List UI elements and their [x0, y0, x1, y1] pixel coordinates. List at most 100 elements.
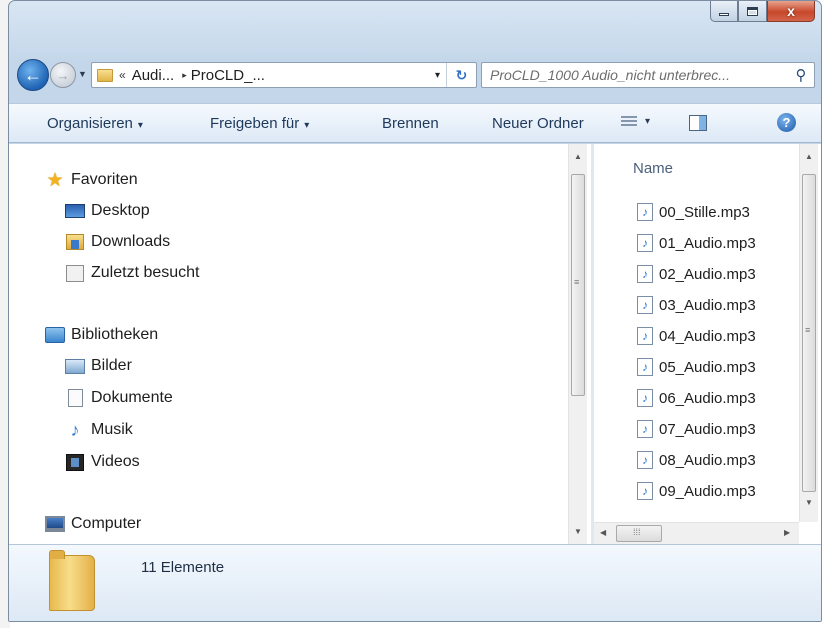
list-item[interactable]: ♪ 04_Audio.mp3: [637, 327, 756, 345]
scroll-up-icon[interactable]: ▲: [574, 152, 582, 161]
navigation-scrollbar[interactable]: ▲ ≡ ▼: [568, 144, 587, 544]
search-icon[interactable]: ⚲: [788, 66, 814, 84]
scroll-down-icon[interactable]: ▼: [805, 498, 813, 507]
nav-label: Bilder: [91, 357, 132, 374]
file-name: 04_Audio.mp3: [659, 327, 756, 345]
refresh-icon: ↻: [455, 66, 468, 83]
burn-label: Brennen: [382, 115, 439, 132]
scrollbar-thumb[interactable]: ≡: [802, 174, 816, 492]
list-item[interactable]: ♪ 06_Audio.mp3: [637, 389, 756, 407]
details-pane: 11 Elemente: [9, 544, 821, 621]
file-name: 01_Audio.mp3: [659, 234, 756, 252]
list-item[interactable]: ♪ 08_Audio.mp3: [637, 451, 756, 469]
close-button[interactable]: x: [767, 1, 815, 22]
scroll-left-icon[interactable]: ◀: [600, 528, 606, 537]
maximize-icon: [747, 6, 758, 16]
list-item[interactable]: ♪ 02_Audio.mp3: [637, 265, 756, 283]
share-label: Freigeben für: [210, 115, 300, 132]
folder-icon: [97, 68, 113, 82]
scrollbar-thumb[interactable]: ⁞⁞⁞: [616, 525, 662, 542]
nav-item-documents[interactable]: Dokumente: [65, 389, 173, 407]
scroll-right-icon[interactable]: ▶: [784, 528, 790, 537]
forward-button[interactable]: →: [50, 62, 76, 88]
list-item[interactable]: ♪ 03_Audio.mp3: [637, 296, 756, 314]
help-icon[interactable]: ?: [777, 113, 796, 132]
chevron-down-icon: ▾: [137, 120, 143, 131]
nav-label: Downloads: [91, 233, 171, 250]
organize-menu-button[interactable]: Organisieren ▾: [47, 115, 143, 132]
maximize-button[interactable]: [738, 1, 767, 22]
grip-icon: ≡: [805, 325, 811, 335]
scroll-up-icon[interactable]: ▲: [805, 152, 813, 161]
burn-button[interactable]: Brennen: [382, 115, 439, 132]
search-input[interactable]: ProCLD_1000 Audio_nicht unterbrec...: [482, 67, 788, 83]
nav-label: Videos: [91, 453, 140, 470]
chevron-down-icon[interactable]: ▾: [645, 116, 650, 127]
nav-label: Desktop: [91, 202, 150, 219]
audio-file-icon: ♪: [637, 265, 653, 283]
file-list-horizontal-scrollbar[interactable]: ◀ ⁞⁞⁞ ▶: [594, 522, 799, 544]
nav-item-downloads[interactable]: Downloads: [65, 233, 170, 251]
file-name: 09_Audio.mp3: [659, 482, 756, 500]
nav-item-recent[interactable]: Zuletzt besucht: [65, 264, 200, 282]
audio-file-icon: ♪: [637, 296, 653, 314]
desktop-icon: [65, 202, 85, 220]
file-name: 05_Audio.mp3: [659, 358, 756, 376]
nav-computer[interactable]: Computer: [45, 515, 141, 533]
nav-item-desktop[interactable]: Desktop: [65, 202, 150, 220]
share-menu-button[interactable]: Freigeben für ▾: [210, 115, 309, 132]
nav-item-pictures[interactable]: Bilder: [65, 357, 132, 375]
list-item[interactable]: ♪ 00_Stille.mp3: [637, 203, 750, 221]
pictures-icon: [65, 357, 85, 375]
breadcrumb-procld[interactable]: ProCLD_...: [191, 67, 265, 84]
audio-file-icon: ♪: [637, 389, 653, 407]
grip-icon: ⁞⁞⁞: [633, 527, 641, 537]
explorer-window: x ← → ▼ « Audi... ▸ ProCLD_... ▾ ↻ ProCL…: [8, 0, 822, 622]
audio-file-icon: ♪: [637, 482, 653, 500]
scrollbar-thumb[interactable]: ≡: [571, 174, 585, 396]
close-icon: x: [787, 3, 795, 19]
list-item[interactable]: ♪ 01_Audio.mp3: [637, 234, 756, 252]
nav-item-videos[interactable]: Videos: [65, 453, 140, 471]
nav-favorites[interactable]: ★ Favoriten: [45, 169, 137, 191]
breadcrumb-separator-icon[interactable]: ▸: [182, 70, 187, 81]
minimize-icon: [719, 12, 729, 16]
preview-pane-icon[interactable]: [689, 115, 707, 131]
nav-label: Bibliotheken: [71, 326, 159, 343]
music-note-icon: ♪: [70, 419, 80, 440]
list-item[interactable]: ♪ 07_Audio.mp3: [637, 420, 756, 438]
search-box[interactable]: ProCLD_1000 Audio_nicht unterbrec... ⚲: [481, 62, 815, 88]
minimize-button[interactable]: [710, 1, 738, 22]
scroll-down-icon[interactable]: ▼: [574, 527, 582, 536]
column-header-name[interactable]: Name: [633, 160, 673, 177]
audio-file-icon: ♪: [637, 203, 653, 221]
item-count: 11 Elemente: [141, 559, 225, 576]
breadcrumb-overflow[interactable]: «: [119, 68, 126, 82]
libraries-icon: [45, 326, 65, 344]
caption-buttons: x: [710, 1, 815, 23]
breadcrumb-audio[interactable]: Audi...: [132, 67, 175, 84]
nav-item-music[interactable]: ♪ Musik: [65, 419, 133, 440]
new-folder-button[interactable]: Neuer Ordner: [492, 115, 584, 132]
grip-icon: ≡: [574, 277, 580, 287]
forward-arrow-icon: →: [56, 67, 70, 83]
downloads-folder-icon: [65, 233, 85, 251]
nav-label: Musik: [91, 421, 133, 438]
address-row: ← → ▼ « Audi... ▸ ProCLD_... ▾ ↻ ProCLD_…: [9, 57, 821, 93]
list-item[interactable]: ♪ 05_Audio.mp3: [637, 358, 756, 376]
history-dropdown-icon[interactable]: ▼: [78, 69, 87, 79]
nav-libraries[interactable]: Bibliotheken: [45, 326, 158, 344]
new-folder-label: Neuer Ordner: [492, 115, 584, 132]
computer-icon: [45, 515, 65, 533]
star-icon: ★: [46, 169, 64, 191]
file-name: 00_Stille.mp3: [659, 203, 750, 221]
documents-icon: [65, 389, 85, 407]
back-button[interactable]: ←: [17, 59, 49, 91]
refresh-button[interactable]: ↻: [446, 63, 476, 87]
address-dropdown-icon[interactable]: ▾: [435, 70, 440, 81]
address-bar[interactable]: « Audi... ▸ ProCLD_... ▾ ↻: [91, 62, 477, 88]
chevron-down-icon: ▾: [304, 120, 310, 131]
file-list-vertical-scrollbar[interactable]: ▲ ≡ ▼: [799, 144, 818, 522]
view-options-icon[interactable]: [621, 114, 637, 130]
list-item[interactable]: ♪ 09_Audio.mp3: [637, 482, 756, 500]
